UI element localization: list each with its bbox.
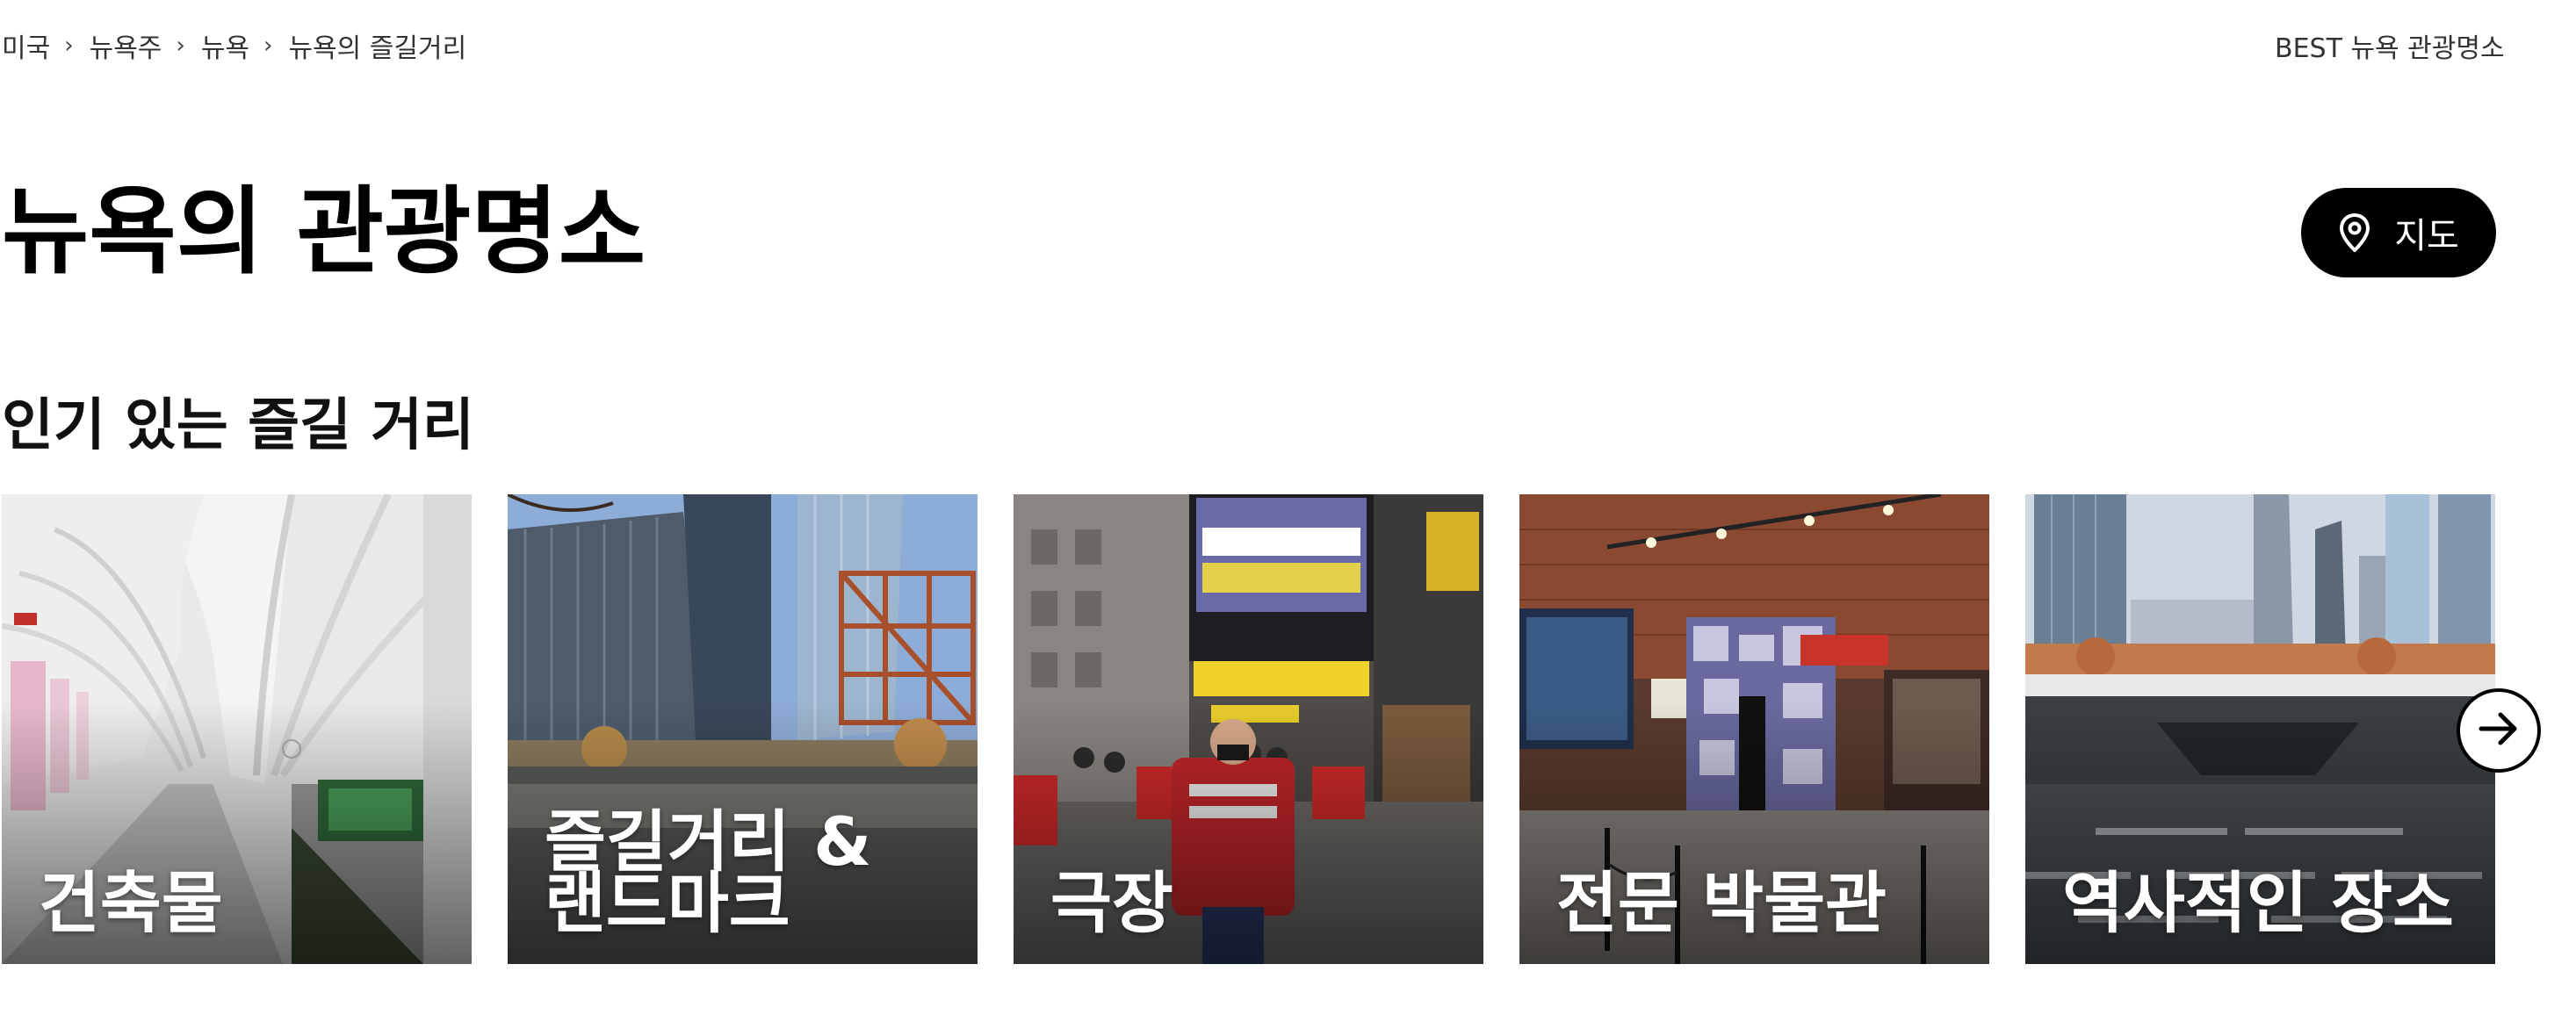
breadcrumb: 미국 › 뉴욕주 › 뉴욕 › 뉴욕의 즐길거리	[2, 26, 466, 65]
map-pin-icon	[2338, 212, 2371, 253]
category-card-museums[interactable]: 전문 박물관	[1519, 494, 1989, 964]
breadcrumb-item-city[interactable]: 뉴욕	[201, 26, 249, 65]
card-label: 즐길거리 & 랜드마크	[545, 802, 872, 942]
map-button[interactable]: 지도	[2301, 188, 2496, 277]
carousel-next-button[interactable]	[2457, 688, 2541, 773]
breadcrumb-item-current: 뉴욕의 즐길거리	[288, 33, 467, 64]
arrow-right-icon	[2476, 706, 2522, 755]
breadcrumb-separator-icon: ›	[64, 32, 74, 59]
category-card-theaters[interactable]: 극장	[1014, 494, 1483, 964]
section-title: 인기 있는 즐길 거리	[2, 393, 474, 458]
page-title: 뉴욕의 관광명소	[2, 177, 646, 287]
card-label: 극장	[1050, 864, 1173, 942]
category-card-historic-sites[interactable]: 역사적인 장소	[2025, 494, 2495, 964]
card-label: 전문 박물관	[1556, 864, 1887, 942]
map-button-label: 지도	[2394, 216, 2459, 256]
breadcrumb-separator-icon: ›	[176, 32, 185, 59]
category-card-landmarks[interactable]: 즐길거리 & 랜드마크	[508, 494, 978, 964]
card-label: 역사적인 장소	[2062, 864, 2454, 942]
breadcrumb-separator-icon: ›	[263, 32, 273, 59]
category-card-architecture[interactable]: 건축물	[2, 494, 472, 964]
best-attractions-link[interactable]: BEST 뉴욕 관광명소	[2275, 26, 2521, 65]
breadcrumb-item-state[interactable]: 뉴욕주	[90, 26, 162, 65]
breadcrumb-item-country[interactable]: 미국	[2, 26, 50, 65]
card-label: 건축물	[39, 864, 223, 942]
